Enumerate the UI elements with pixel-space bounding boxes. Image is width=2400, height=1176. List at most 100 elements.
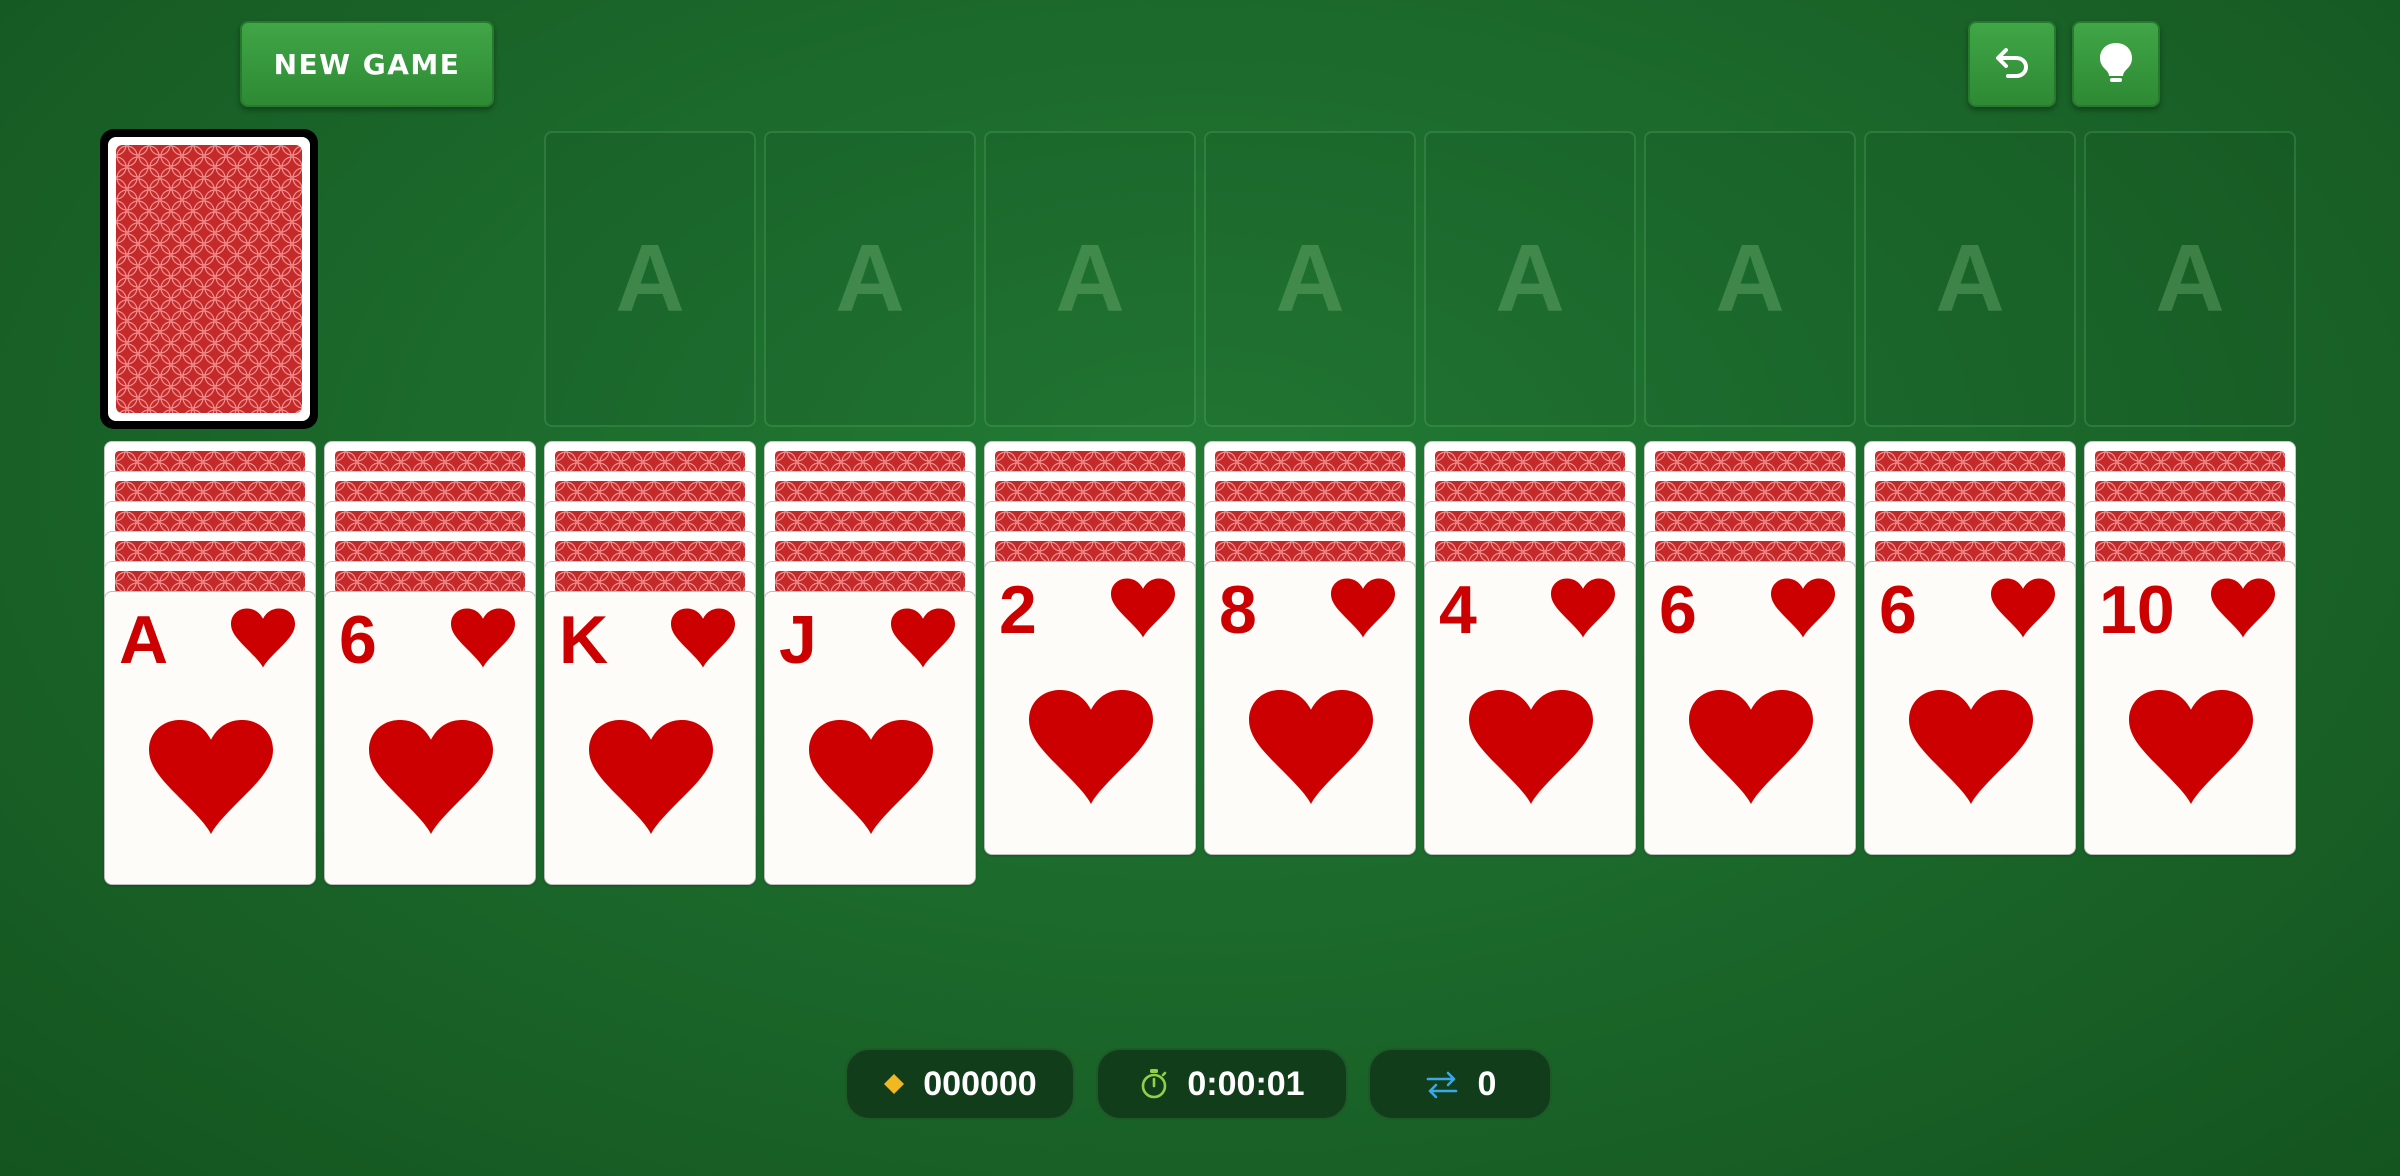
card-back-pattern	[1875, 511, 2065, 533]
face-up-card[interactable]: A	[104, 591, 316, 885]
card-back-pattern	[555, 541, 745, 563]
foundation-slot[interactable]: A	[544, 131, 756, 427]
foundation-placeholder-label: A	[1715, 225, 1785, 332]
foundation-slot[interactable]: A	[1644, 131, 1856, 427]
heart-suit-icon	[1331, 578, 1395, 638]
face-up-card[interactable]: J	[764, 591, 976, 885]
heart-suit-pip	[149, 710, 273, 844]
stopwatch-icon	[1139, 1068, 1169, 1100]
face-up-card[interactable]: 6	[1644, 561, 1856, 855]
foundation-placeholder-label: A	[615, 225, 685, 332]
card-back-pattern	[1215, 481, 1405, 503]
card-rank: 2	[999, 572, 1037, 648]
face-up-card[interactable]: 8	[1204, 561, 1416, 855]
card-back-pattern	[335, 451, 525, 473]
card-back-pattern	[2095, 451, 2285, 473]
card-back-pattern	[995, 541, 1185, 563]
card-back-pattern	[775, 571, 965, 593]
card-rank: 6	[1879, 572, 1917, 648]
card-back-pattern	[335, 541, 525, 563]
foundation-placeholder-label: A	[1275, 225, 1345, 332]
score-display: 000000	[845, 1048, 1075, 1120]
card-back-pattern	[1215, 541, 1405, 563]
foundation-slot[interactable]: A	[1204, 131, 1416, 427]
heart-suit-pip	[2129, 680, 2253, 814]
card-back-pattern	[1875, 541, 2065, 563]
foundation-slot[interactable]: A	[2084, 131, 2296, 427]
face-up-card[interactable]: 2	[984, 561, 1196, 855]
swap-arrows-icon	[1424, 1069, 1460, 1099]
heart-suit-icon	[891, 608, 955, 668]
hint-button[interactable]	[2072, 21, 2160, 107]
foundation-slot[interactable]: A	[1424, 131, 1636, 427]
face-up-card[interactable]: 10	[2084, 561, 2296, 855]
face-up-card[interactable]: 6	[324, 591, 536, 885]
moves-display: 0	[1368, 1048, 1552, 1120]
card-rank: J	[779, 602, 817, 678]
card-back-pattern	[775, 451, 965, 473]
heart-suit-icon	[451, 608, 515, 668]
foundation-slot[interactable]: A	[984, 131, 1196, 427]
card-back-pattern	[1435, 481, 1625, 503]
card-back-pattern	[115, 511, 305, 533]
lightbulb-icon	[2096, 40, 2136, 88]
card-back-pattern	[1215, 451, 1405, 473]
card-rank: A	[119, 602, 169, 678]
card-back-pattern	[335, 571, 525, 593]
card-rank: 8	[1219, 572, 1257, 648]
card-back-pattern	[555, 571, 745, 593]
heart-suit-pip	[589, 710, 713, 844]
card-back-pattern	[1655, 481, 1845, 503]
card-rank: 6	[1659, 572, 1697, 648]
heart-suit-pip	[1689, 680, 1813, 814]
heart-suit-icon	[1771, 578, 1835, 638]
card-back-pattern	[555, 451, 745, 473]
timer-display: 0:00:01	[1096, 1048, 1348, 1120]
foundation-placeholder-label: A	[1495, 225, 1565, 332]
card-back-pattern	[1435, 511, 1625, 533]
card-rank: K	[559, 602, 609, 678]
face-up-card[interactable]: K	[544, 591, 756, 885]
foundation-placeholder-label: A	[1935, 225, 2005, 332]
undo-button[interactable]	[1968, 21, 2056, 107]
card-back-pattern	[995, 451, 1185, 473]
heart-suit-pip	[1469, 680, 1593, 814]
face-up-card[interactable]: 6	[1864, 561, 2076, 855]
card-rank: 10	[2099, 572, 2175, 648]
face-up-card[interactable]: 4	[1424, 561, 1636, 855]
foundation-placeholder-label: A	[2155, 225, 2225, 332]
card-back-pattern	[775, 541, 965, 563]
foundation-slot[interactable]: A	[1864, 131, 2076, 427]
score-value: 000000	[923, 1064, 1037, 1103]
card-back-pattern	[995, 511, 1185, 533]
foundation-slot[interactable]: A	[764, 131, 976, 427]
card-back-pattern	[555, 511, 745, 533]
heart-suit-pip	[809, 710, 933, 844]
new-game-button[interactable]: NEW GAME	[240, 21, 494, 107]
card-back-pattern	[1435, 541, 1625, 563]
undo-arrow-icon	[1990, 40, 2034, 88]
stock-pile[interactable]	[100, 129, 318, 429]
diamond-icon	[883, 1073, 905, 1095]
heart-suit-icon	[1111, 578, 1175, 638]
card-back-pattern	[1875, 451, 2065, 473]
card-back-pattern	[116, 145, 302, 413]
card-rank: 6	[339, 602, 377, 678]
heart-suit-icon	[1991, 578, 2055, 638]
foundation-placeholder-label: A	[835, 225, 905, 332]
heart-suit-icon	[2211, 578, 2275, 638]
card-back-pattern	[335, 481, 525, 503]
card-back-pattern	[335, 511, 525, 533]
card-rank: 4	[1439, 572, 1477, 648]
heart-suit-icon	[671, 608, 735, 668]
heart-suit-pip	[1249, 680, 1373, 814]
heart-suit-pip	[1029, 680, 1153, 814]
card-back-pattern	[1655, 451, 1845, 473]
card-back-pattern	[1655, 541, 1845, 563]
card-back-pattern	[115, 481, 305, 503]
card-back-pattern	[1215, 511, 1405, 533]
heart-suit-icon	[1551, 578, 1615, 638]
card-back-pattern	[995, 481, 1185, 503]
foundation-placeholder-label: A	[1055, 225, 1125, 332]
heart-suit-pip	[1909, 680, 2033, 814]
